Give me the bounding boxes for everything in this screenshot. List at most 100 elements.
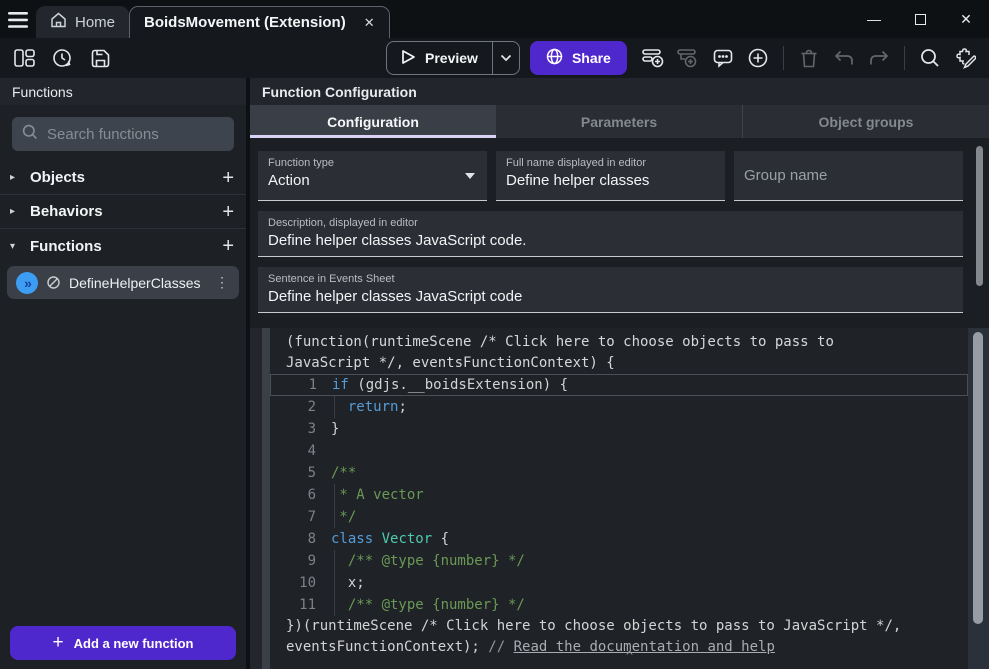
toolbar-center-group: Preview Share xyxy=(386,41,627,75)
version-history-button[interactable] xyxy=(48,44,76,72)
sidebar-item-objects[interactable]: ▸ Objects + xyxy=(0,161,246,195)
search-events-button[interactable] xyxy=(916,44,944,72)
function-item-selected[interactable]: » DefineHelperClasses ⋮ xyxy=(7,266,239,299)
chevron-right-icon: ▸ xyxy=(10,172,26,183)
code-line[interactable]: 2 return; xyxy=(270,396,968,418)
line-number: 9 xyxy=(270,553,316,569)
minimize-button[interactable]: — xyxy=(851,0,897,38)
code-line[interactable]: 6 * A vector xyxy=(270,484,968,506)
javascript-code-editor[interactable]: (function(runtimeScene /* Click here to … xyxy=(270,328,989,669)
toolbar-left-group xyxy=(0,44,114,72)
tab-configuration[interactable]: Configuration xyxy=(250,105,496,138)
code-lines: 1if (gdjs.__boidsExtension) {2 return;3}… xyxy=(270,374,968,616)
chevron-right-icon: ▸ xyxy=(10,206,26,217)
full-name-field[interactable]: Full name displayed in editor Define hel… xyxy=(496,151,725,201)
full-name-value: Define helper classes xyxy=(506,172,715,189)
share-label: Share xyxy=(572,50,611,66)
extension-edit-icon xyxy=(954,48,976,69)
code-line[interactable]: 3} xyxy=(270,418,968,440)
choose-event-button[interactable] xyxy=(744,44,772,72)
code-editor-area: (function(runtimeScene /* Click here to … xyxy=(250,328,989,669)
search-functions-box[interactable] xyxy=(12,117,234,151)
search-icon xyxy=(920,48,940,68)
toolbar: Preview Share xyxy=(0,38,989,78)
redo-button[interactable] xyxy=(865,44,893,72)
tab-object-groups[interactable]: Object groups xyxy=(742,105,989,138)
globe-icon xyxy=(546,48,563,68)
code-line[interactable]: 9 /** @type {number} */ xyxy=(270,550,968,572)
functions-sidebar: Functions ▸ Objects + ▸ Behaviors + ▾ Fu xyxy=(0,78,246,669)
titlebar: Home BoidsMovement (Extension) ✕ — ✕ xyxy=(0,0,989,38)
save-button[interactable] xyxy=(86,44,114,72)
code-line[interactable]: 10 x; xyxy=(270,572,968,594)
editor-scrollbar-thumb[interactable] xyxy=(973,332,983,624)
add-subevent-button[interactable] xyxy=(674,44,702,72)
close-window-button[interactable]: ✕ xyxy=(943,0,989,38)
toolbar-divider xyxy=(904,46,905,70)
maximize-button[interactable] xyxy=(897,0,943,38)
tab-extension-label: BoidsMovement (Extension) xyxy=(144,14,346,31)
add-circle-icon xyxy=(748,48,768,68)
code-line[interactable]: 4 xyxy=(270,440,968,462)
description-field[interactable]: Description, displayed in editor Define … xyxy=(258,211,963,257)
delete-button[interactable] xyxy=(795,44,823,72)
preview-button[interactable]: Preview xyxy=(386,41,520,75)
search-functions-input[interactable] xyxy=(47,126,224,143)
share-button[interactable]: Share xyxy=(530,41,627,75)
history-clock-icon xyxy=(52,48,72,68)
preview-options-button[interactable] xyxy=(493,42,519,74)
function-configuration-panel: Function Configuration Configuration Par… xyxy=(250,78,989,669)
panels-layout-icon xyxy=(14,49,35,67)
minimize-icon: — xyxy=(867,11,881,27)
add-event-button[interactable] xyxy=(639,44,667,72)
functions-section-label: Functions xyxy=(30,238,222,255)
window-controls: — ✕ xyxy=(851,0,989,38)
undo-icon xyxy=(834,50,854,66)
code-line[interactable]: 7 */ xyxy=(270,506,968,528)
code-line[interactable]: 8class Vector { xyxy=(270,528,968,550)
documentation-link[interactable]: Read the documentation and help xyxy=(514,639,775,655)
comment-bubble-icon xyxy=(713,49,733,68)
code-line[interactable]: 11 /** @type {number} */ xyxy=(270,594,968,616)
function-name: DefineHelperClasses xyxy=(69,275,205,291)
save-floppy-icon xyxy=(91,49,110,68)
tab-close-icon[interactable]: ✕ xyxy=(364,15,375,31)
add-comment-button[interactable] xyxy=(709,44,737,72)
chevron-down-icon: ▾ xyxy=(10,241,26,252)
add-object-button[interactable]: + xyxy=(222,168,234,188)
add-behavior-button[interactable]: + xyxy=(222,202,234,222)
maximize-icon xyxy=(915,14,926,25)
code-line[interactable]: 1if (gdjs.__boidsExtension) { xyxy=(270,374,968,396)
code-line[interactable]: 5/** xyxy=(270,462,968,484)
tab-extension[interactable]: BoidsMovement (Extension) ✕ xyxy=(129,6,390,38)
line-number: 10 xyxy=(270,575,316,591)
tab-parameters[interactable]: Parameters xyxy=(496,105,742,138)
open-panels-button[interactable] xyxy=(10,44,38,72)
objects-section-label: Objects xyxy=(30,169,222,186)
trash-icon xyxy=(800,49,818,68)
add-new-function-button[interactable]: + Add a new function xyxy=(10,626,236,660)
code-header[interactable]: (function(runtimeScene /* Click here to … xyxy=(270,332,968,374)
editor-resize-handle[interactable] xyxy=(262,328,270,669)
chevron-down-icon xyxy=(500,49,512,67)
sidebar-item-functions[interactable]: ▾ Functions + xyxy=(0,229,246,263)
function-type-select[interactable]: Function type Action xyxy=(258,151,487,201)
line-number: 6 xyxy=(270,487,316,503)
configuration-tabbar: Configuration Parameters Object groups xyxy=(250,105,989,138)
sentence-field[interactable]: Sentence in Events Sheet Define helper c… xyxy=(258,267,963,313)
kebab-menu-icon[interactable]: ⋮ xyxy=(213,274,231,291)
tab-home[interactable]: Home xyxy=(36,6,129,38)
undo-button[interactable] xyxy=(830,44,858,72)
main-menu-button[interactable] xyxy=(0,4,36,36)
add-function-button[interactable]: + xyxy=(222,236,234,256)
redo-icon xyxy=(869,50,889,66)
group-name-field[interactable]: Group name xyxy=(734,151,963,201)
sidebar-item-behaviors[interactable]: ▸ Behaviors + xyxy=(0,195,246,229)
scroll-caret-icon: ^ xyxy=(626,649,633,663)
form-scrollbar[interactable] xyxy=(976,146,983,286)
edit-extension-button[interactable] xyxy=(951,44,979,72)
line-number: 2 xyxy=(270,399,316,415)
editor-scrollbar-track[interactable] xyxy=(968,328,989,669)
add-event-icon xyxy=(642,48,664,68)
code-footer[interactable]: })(runtimeScene /* Click here to choose … xyxy=(270,616,968,658)
